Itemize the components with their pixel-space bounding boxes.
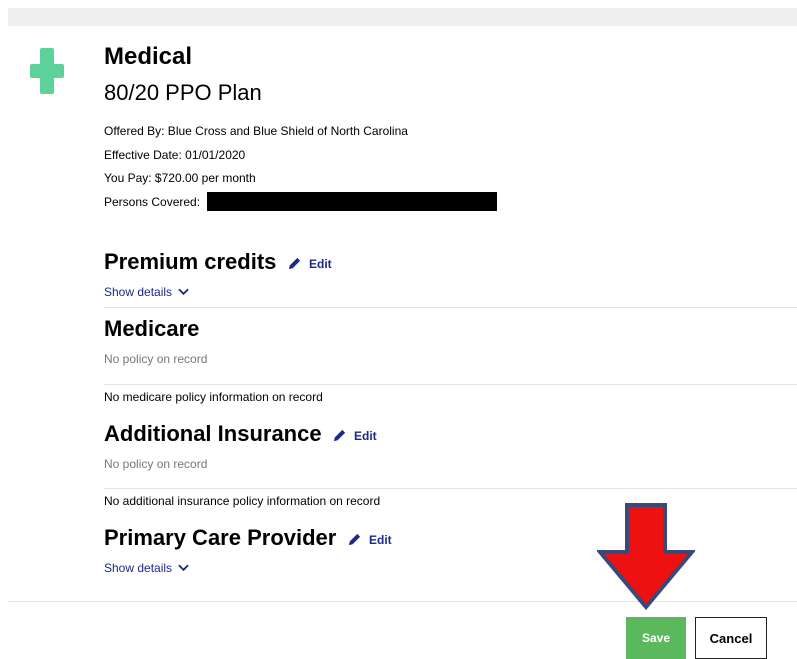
medicare-status: No policy on record [104, 352, 208, 366]
primary-care-provider-edit-link[interactable]: Edit [347, 532, 392, 547]
save-button[interactable]: Save [626, 617, 686, 659]
top-strip [8, 8, 797, 26]
divider [104, 384, 797, 385]
pencil-icon [348, 533, 361, 546]
effective-date-text: Effective Date: 01/01/2020 [104, 148, 246, 162]
persons-covered-redacted [207, 192, 497, 211]
arrow-down-icon [597, 503, 695, 610]
pencil-icon [288, 257, 301, 270]
additional-insurance-title: Additional Insurance [104, 421, 322, 446]
edit-label: Edit [369, 532, 392, 547]
pencil-icon [333, 429, 346, 442]
plan-name: 80/20 PPO Plan [104, 80, 262, 105]
medicare-note: No medicare policy information on record [104, 390, 323, 404]
primary-care-provider-show-details[interactable]: Show details [104, 561, 189, 575]
edit-label: Edit [354, 428, 377, 443]
show-details-label: Show details [104, 561, 173, 575]
additional-insurance-note: No additional insurance policy informati… [104, 494, 381, 508]
additional-insurance-status: No policy on record [104, 457, 208, 471]
additional-insurance-edit-link[interactable]: Edit [332, 428, 377, 443]
persons-covered-label: Persons Covered: [104, 195, 201, 209]
divider [104, 488, 797, 489]
edit-label: Edit [309, 256, 332, 271]
plus-icon [30, 48, 64, 94]
chevron-down-icon [178, 564, 189, 572]
chevron-down-icon [178, 288, 189, 296]
cancel-button[interactable]: Cancel [695, 617, 767, 659]
primary-care-provider-title: Primary Care Provider [104, 525, 337, 550]
divider [104, 307, 797, 308]
medicare-title: Medicare [104, 316, 200, 341]
show-details-label: Show details [104, 285, 173, 299]
premium-credits-edit-link[interactable]: Edit [287, 256, 332, 271]
plan-category-title: Medical [104, 43, 193, 70]
premium-credits-show-details[interactable]: Show details [104, 285, 189, 299]
you-pay-text: You Pay: $720.00 per month [104, 171, 256, 185]
offered-by-text: Offered By: Blue Cross and Blue Shield o… [104, 124, 408, 138]
premium-credits-title: Premium credits [104, 249, 277, 274]
